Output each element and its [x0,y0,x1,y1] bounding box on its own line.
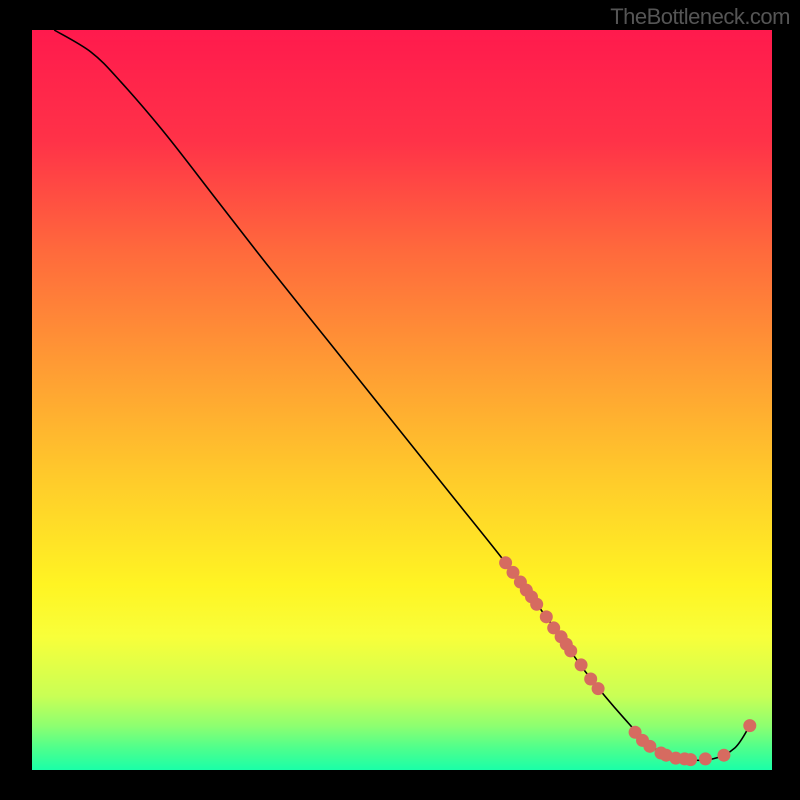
highlight-marker [575,658,588,671]
highlight-marker [699,752,712,765]
highlight-marker [743,719,756,732]
plot-background [32,30,772,770]
highlight-marker [540,610,553,623]
highlight-marker [592,682,605,695]
highlight-marker [564,644,577,657]
highlight-marker [717,749,730,762]
chart-container: TheBottleneck.com [0,0,800,800]
highlight-marker [530,598,543,611]
watermark-text: TheBottleneck.com [610,4,790,30]
chart-svg [0,0,800,800]
highlight-marker [684,753,697,766]
highlight-marker [643,740,656,753]
